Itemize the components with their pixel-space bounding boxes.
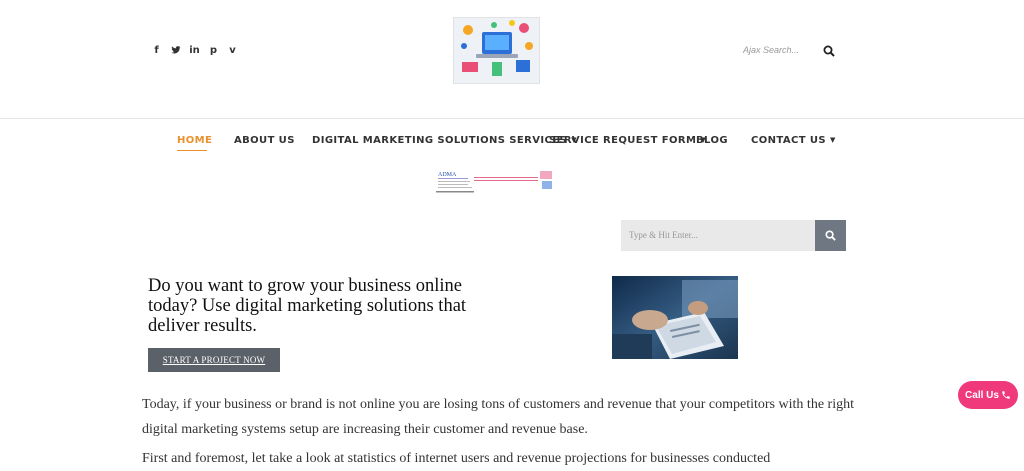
nav-item-service-request-form[interactable]: SERVICE REQUEST FORM ▼	[549, 135, 706, 146]
search-icon[interactable]	[823, 44, 835, 57]
start-project-button[interactable]: START A PROJECT NOW	[148, 348, 280, 372]
vimeo-icon[interactable]: v	[227, 45, 238, 58]
linkedin-icon[interactable]: in	[189, 45, 200, 58]
twitter-icon[interactable]	[170, 45, 181, 58]
header-divider	[0, 118, 1024, 119]
facebook-icon[interactable]: f	[151, 45, 162, 58]
active-nav-underline	[177, 150, 207, 151]
banner-title: ADMA	[438, 172, 457, 178]
hero-title: Do you want to grow your business online…	[148, 276, 467, 336]
sidebar-search-input[interactable]: Type & Hit Enter...	[621, 220, 815, 251]
site-logo[interactable]	[453, 17, 540, 84]
ajax-search-input[interactable]: Ajax Search...	[743, 45, 799, 55]
nav-item-contact-us[interactable]: CONTACT US ▼	[751, 135, 836, 146]
content-paragraph: First and foremost, let take a look at s…	[142, 451, 771, 466]
search-icon	[825, 230, 836, 241]
main-nav: HOME ABOUT US DIGITAL MARKETING SOLUTION…	[0, 135, 1024, 157]
nav-item-home[interactable]: HOME	[177, 135, 212, 146]
social-links: f in p v	[151, 45, 238, 58]
header: f in p v Ajax Search...	[0, 0, 1024, 118]
nav-item-digital-marketing-services[interactable]: DIGITAL MARKETING SOLUTIONS SERVICES ▼	[312, 135, 577, 146]
caret-down-icon: ▼	[829, 136, 836, 144]
nav-item-blog[interactable]: BLOG	[696, 135, 728, 146]
header-banner[interactable]: ADMA	[434, 169, 556, 195]
hero-image	[612, 276, 738, 359]
nav-item-about-us[interactable]: ABOUT US	[234, 135, 295, 146]
content-paragraph: Today, if your business or brand is not …	[142, 397, 854, 437]
pinterest-icon[interactable]: p	[208, 45, 219, 58]
sidebar-search-button[interactable]	[815, 220, 846, 251]
call-us-button[interactable]: Call Us	[958, 381, 1018, 409]
phone-icon	[1002, 391, 1010, 399]
